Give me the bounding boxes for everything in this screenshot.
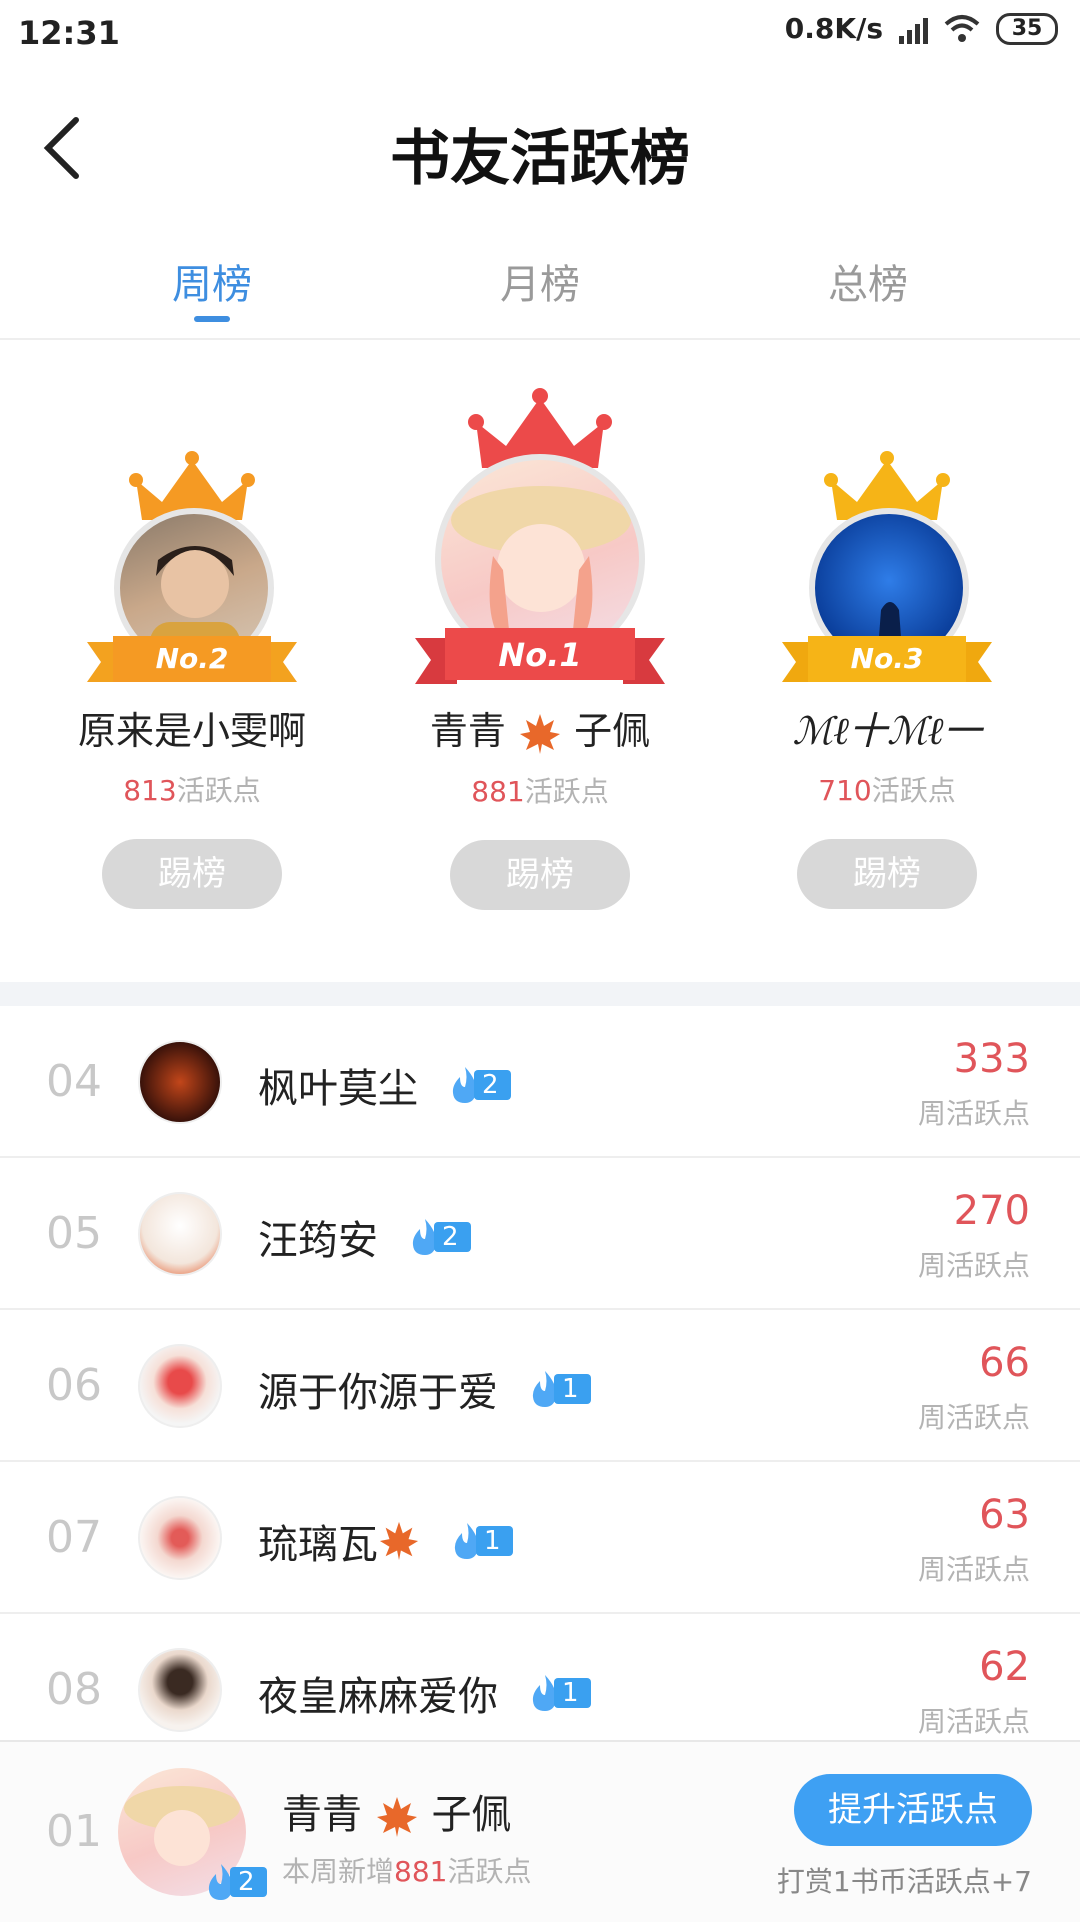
- my-rank-bar: 01 2 青青 子佩 本周新增881活跃点 提升活跃点 打赏1书币活跃点+7: [0, 1740, 1080, 1922]
- user-name: 汪筠安 2: [258, 1208, 471, 1266]
- score: 270 周活跃点: [917, 1188, 1030, 1282]
- tab-total[interactable]: 总榜: [768, 252, 968, 310]
- status-right: 0.8K/s 35: [785, 12, 1058, 45]
- podium-points: 710活跃点: [818, 774, 956, 807]
- user-name: 琉璃瓦 1: [258, 1512, 513, 1570]
- rank-ribbon: No.1: [415, 624, 665, 694]
- podium-name: ℳℓ十ℳℓ一: [792, 709, 982, 753]
- score: 62 周活跃点: [917, 1644, 1030, 1738]
- reward-tip: 打赏1书币活跃点+7: [776, 1865, 1032, 1898]
- header: 书友活跃榜: [0, 72, 1080, 222]
- podium-name: 原来是小雯啊: [77, 709, 306, 753]
- rank-ribbon: No.3: [782, 632, 992, 692]
- avatar: [138, 1040, 222, 1124]
- tab-bar: 周榜 月榜 总榜: [0, 222, 1080, 340]
- status-bar: 12:31 0.8K/s 35: [0, 0, 1080, 72]
- level-badge: 2: [408, 1219, 471, 1255]
- kick-button[interactable]: 踢榜: [797, 839, 977, 909]
- kick-button[interactable]: 踢榜: [102, 839, 282, 909]
- battery-icon: 35: [996, 12, 1058, 45]
- list-item[interactable]: 05 汪筠安 2 270 周活跃点: [0, 1158, 1080, 1310]
- rank-number: 04: [46, 1056, 102, 1107]
- avatar: [138, 1344, 222, 1428]
- list-item[interactable]: 06 源于你源于爱 1 66 周活跃点: [0, 1310, 1080, 1462]
- rank-badge-text: No.3: [850, 642, 924, 675]
- avatar: [138, 1192, 222, 1276]
- tab-monthly[interactable]: 月榜: [440, 252, 640, 310]
- user-name: 源于你源于爱 1: [258, 1360, 591, 1418]
- podium: No.2 原来是小雯啊 813活跃点 踢榜 No.1 青青 子佩 881活跃点 …: [0, 340, 1080, 980]
- page-title: 书友活跃榜: [390, 124, 690, 194]
- avatar: [138, 1496, 222, 1580]
- user-name: 枫叶莫尘 2: [258, 1056, 511, 1114]
- avatar: [138, 1648, 222, 1732]
- net-speed: 0.8K/s: [784, 12, 883, 45]
- kick-button[interactable]: 踢榜: [450, 839, 630, 910]
- level-badge: 2: [204, 1864, 267, 1900]
- podium-points: 813活跃点: [123, 774, 261, 807]
- user-name: 夜皇麻麻爱你 1: [258, 1664, 591, 1722]
- score: 63 周活跃点: [917, 1492, 1030, 1586]
- ranking-list: 04 枫叶莫尘 2 333 周活跃点 05 汪筠安 2 270 周活跃点 06 …: [0, 1006, 1080, 1766]
- rank-badge-text: No.2: [155, 642, 229, 675]
- podium-second[interactable]: No.2 原来是小雯啊 813活跃点 踢榜: [42, 450, 342, 909]
- status-time: 12:31: [18, 14, 120, 52]
- podium-third[interactable]: No.3 ℳℓ十ℳℓ一 710活跃点 踢榜: [737, 450, 1037, 909]
- rank-number: 06: [46, 1360, 102, 1411]
- rank-number: 05: [46, 1208, 102, 1259]
- maple-leaf-icon: [520, 713, 560, 754]
- list-item[interactable]: 07 琉璃瓦 1 63 周活跃点: [0, 1462, 1080, 1614]
- podium-first[interactable]: No.1 青青 子佩 881活跃点 踢榜: [390, 386, 690, 910]
- rank-badge-text: No.1: [498, 636, 582, 674]
- podium-name: 青青 子佩: [390, 700, 690, 756]
- rank-number: 08: [46, 1664, 102, 1715]
- my-weekly-points: 本周新增881活跃点: [282, 1855, 532, 1888]
- tab-indicator: [194, 316, 230, 322]
- score: 333 周活跃点: [917, 1036, 1030, 1130]
- rank-number: 07: [46, 1512, 102, 1563]
- my-rank-number: 01: [46, 1806, 102, 1857]
- maple-leaf-icon: [376, 1797, 417, 1837]
- level-badge: 1: [528, 1675, 591, 1711]
- level-badge: 1: [450, 1523, 513, 1559]
- level-badge: 2: [448, 1067, 511, 1103]
- wifi-icon: [944, 14, 980, 42]
- score: 66 周活跃点: [917, 1340, 1030, 1434]
- tab-weekly[interactable]: 周榜: [112, 252, 312, 310]
- signal-icon: [899, 14, 928, 44]
- podium-points: 881活跃点: [471, 774, 609, 808]
- boost-activity-button[interactable]: 提升活跃点: [794, 1774, 1032, 1846]
- list-item[interactable]: 04 枫叶莫尘 2 333 周活跃点: [0, 1006, 1080, 1158]
- section-divider: [0, 982, 1080, 1006]
- maple-leaf-icon: [379, 1521, 419, 1561]
- rank-ribbon: No.2: [87, 632, 297, 692]
- level-badge: 1: [528, 1371, 591, 1407]
- my-name: 青青 子佩: [282, 1792, 512, 1838]
